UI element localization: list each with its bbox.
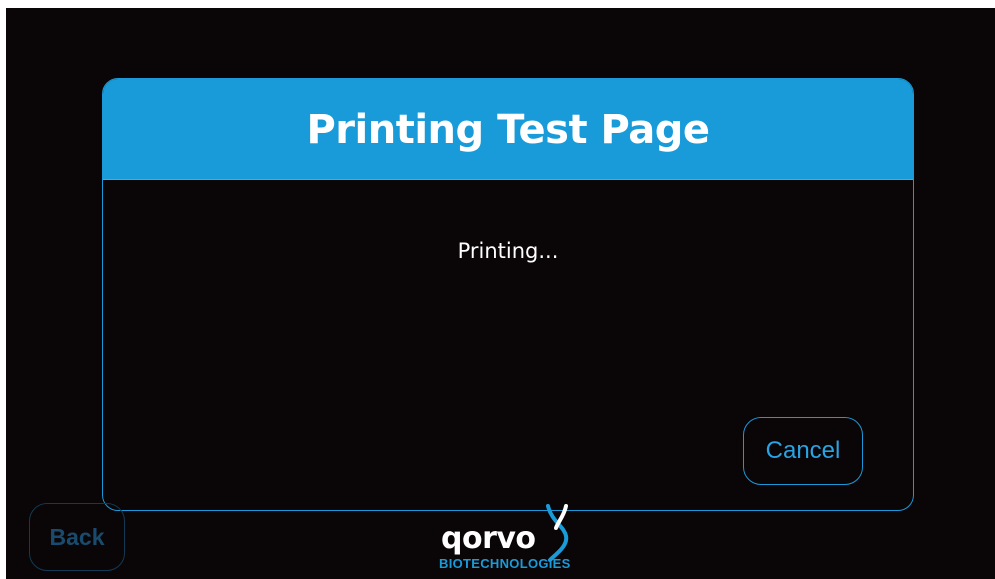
cancel-button[interactable]: Cancel bbox=[743, 417, 863, 485]
logo-wordmark: qorvo bbox=[441, 521, 536, 556]
qorvo-logo: qorvo BIOTECHNOLOGIES bbox=[426, 496, 576, 576]
dna-helix-icon bbox=[546, 504, 569, 562]
logo-subtitle: BIOTECHNOLOGIES bbox=[439, 556, 571, 571]
back-button[interactable]: Back bbox=[29, 503, 125, 571]
dialog-title: Printing Test Page bbox=[306, 107, 710, 153]
device-screen: Printing Test Page Printing... Cancel Ba… bbox=[6, 8, 995, 579]
print-test-page-dialog: Printing Test Page Printing... Cancel bbox=[102, 78, 914, 511]
dialog-status-message: Printing... bbox=[457, 239, 559, 263]
dialog-header: Printing Test Page bbox=[103, 79, 913, 180]
